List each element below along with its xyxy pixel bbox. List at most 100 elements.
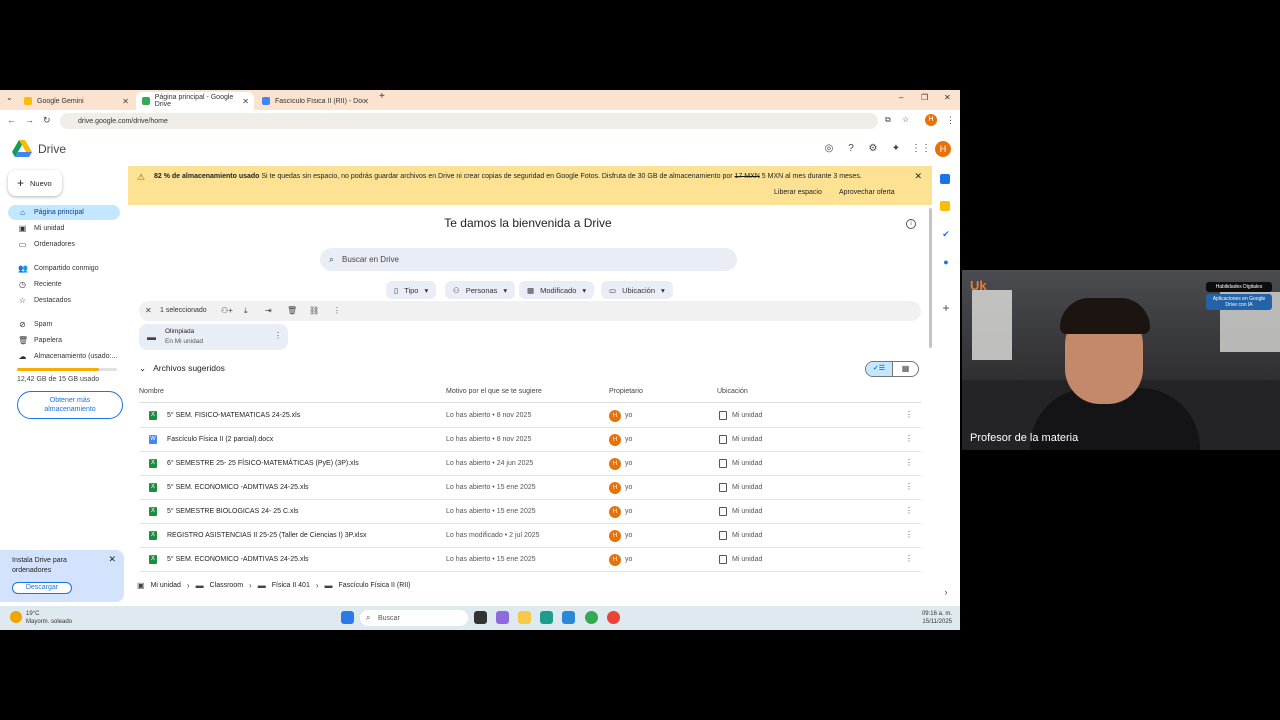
edge-icon[interactable] bbox=[540, 611, 553, 624]
sidebar-item-trash[interactable]: 🗑 Papelera bbox=[8, 333, 120, 348]
filter-type-chip[interactable]: ▯ Tipo ▾ bbox=[386, 281, 437, 299]
weather-icon[interactable] bbox=[10, 611, 22, 623]
tab-drive-home[interactable]: Página principal - Google Drive ✕ bbox=[136, 92, 254, 110]
table-row[interactable]: X 6° SEMESTRE 25- 25 FÍSICO-MATEMÁTICAS (… bbox=[139, 452, 921, 476]
reload-icon[interactable]: ↻ bbox=[43, 115, 51, 126]
new-tab-icon[interactable]: + bbox=[379, 91, 385, 102]
contacts-app-icon[interactable]: ● bbox=[940, 256, 952, 268]
profile-avatar-icon[interactable]: H bbox=[925, 114, 937, 126]
expand-panel-icon[interactable]: › bbox=[940, 586, 952, 598]
row-more-icon[interactable]: ⋮ bbox=[905, 554, 913, 563]
folder-icon: ▬ bbox=[324, 580, 333, 590]
sidebar-item-my-drive[interactable]: ▣ Mi unidad bbox=[8, 221, 120, 236]
breadcrumb-item[interactable]: Física II 401 bbox=[272, 582, 310, 589]
table-row[interactable]: W Fascículo Física II (2 parcial).docx Lo … bbox=[139, 428, 921, 452]
row-more-icon[interactable]: ⋮ bbox=[905, 434, 913, 443]
sidebar-item-computers[interactable]: ▭ Ordenadores bbox=[8, 237, 120, 252]
filter-people-chip[interactable]: ⚇ Personas ▾ bbox=[445, 281, 516, 299]
row-more-icon[interactable]: ⋮ bbox=[905, 530, 913, 539]
row-more-icon[interactable]: ⋮ bbox=[905, 410, 913, 419]
scrollbar[interactable] bbox=[929, 208, 932, 348]
new-button[interactable]: + Nuevo bbox=[8, 170, 62, 196]
sidebar-item-recent[interactable]: ◷ Reciente bbox=[8, 277, 120, 292]
move-icon[interactable]: ⇥ bbox=[265, 306, 272, 315]
url-field[interactable]: drive.google.com/drive/home bbox=[60, 113, 878, 129]
restore-icon[interactable]: ❐ bbox=[921, 93, 928, 102]
taskbar-search[interactable]: ⌕ Buscar bbox=[360, 610, 468, 626]
clear-selection-icon[interactable]: ✕ bbox=[145, 306, 152, 315]
minimize-icon[interactable]: – bbox=[899, 93, 903, 102]
file-explorer-icon[interactable] bbox=[518, 611, 531, 624]
close-tab-icon[interactable]: ✕ bbox=[122, 97, 129, 106]
forward-icon[interactable]: → bbox=[25, 115, 34, 125]
claim-offer-link[interactable]: Aprovechar oferta bbox=[839, 189, 895, 196]
table-row[interactable]: X REGISTRO ASISTENCIAS II 25-25 (Taller d… bbox=[139, 524, 921, 548]
share-person-icon[interactable]: ⚇+ bbox=[221, 306, 233, 315]
offline-ready-icon[interactable]: ◎ bbox=[822, 142, 836, 156]
breadcrumb-item[interactable]: Fascículo Física II (RII) bbox=[339, 582, 411, 589]
tab-google-gemini[interactable]: Google Gemini ✕ bbox=[18, 92, 134, 110]
calendar-app-icon[interactable] bbox=[940, 174, 950, 184]
task-view-icon[interactable] bbox=[474, 611, 487, 624]
close-tab-icon[interactable]: ✕ bbox=[242, 97, 249, 106]
download-icon[interactable]: ⤓ bbox=[244, 306, 248, 316]
chrome-icon[interactable] bbox=[585, 611, 598, 624]
filter-modified-chip[interactable]: ▦ Modificado ▾ bbox=[519, 281, 595, 299]
tab-list-icon[interactable]: ⌄ bbox=[6, 93, 13, 102]
settings-gear-icon[interactable]: ⚙ bbox=[866, 142, 880, 156]
copilot-icon[interactable] bbox=[496, 611, 509, 624]
get-more-storage-button[interactable]: Obtener más almacenamiento bbox=[17, 391, 123, 419]
gemini-spark-icon[interactable]: ✦ bbox=[889, 142, 903, 156]
table-row[interactable]: X 5° SEM. ECONOMICO -ADMTIVAS 24-25.xls Lo… bbox=[139, 476, 921, 500]
back-icon[interactable]: ← bbox=[7, 115, 16, 125]
close-window-icon[interactable]: ✕ bbox=[944, 93, 951, 102]
spam-icon: ⊘ bbox=[19, 320, 26, 329]
my-drive-icon bbox=[719, 435, 727, 444]
keep-app-icon[interactable] bbox=[940, 201, 950, 211]
sidebar-item-home[interactable]: ⌂ Página principal bbox=[8, 205, 120, 220]
sidebar-item-starred[interactable]: ☆ Destacados bbox=[8, 293, 120, 308]
link-icon[interactable]: ⛓ bbox=[309, 306, 319, 315]
close-tab-icon[interactable]: ✕ bbox=[362, 97, 369, 106]
sidebar-item-storage[interactable]: ☁ Almacenamiento (usado:... bbox=[8, 349, 120, 364]
table-row[interactable]: X 5° SEMESTRE BIOLOGICAS 24- 25 C.xls Lo h… bbox=[139, 500, 921, 524]
tab-fasciculo-doc[interactable]: Fascículo Física II (RII) - Docum ✕ bbox=[256, 92, 374, 110]
row-more-icon[interactable]: ⋮ bbox=[905, 506, 913, 515]
list-view-button[interactable]: ✓☰ bbox=[866, 362, 892, 376]
add-addon-icon[interactable]: + bbox=[940, 302, 952, 314]
folder-more-icon[interactable]: ⋮ bbox=[274, 331, 282, 340]
table-row[interactable]: X 5° SEM. FISICO-MATEMATICAS 24-25.xls Lo … bbox=[139, 404, 921, 428]
row-more-icon[interactable]: ⋮ bbox=[905, 482, 913, 491]
cast-icon[interactable]: ⧉ bbox=[885, 115, 891, 125]
info-icon[interactable]: i bbox=[906, 219, 916, 229]
column-name[interactable]: Nombre bbox=[139, 388, 164, 395]
more-actions-icon[interactable]: ⋮ bbox=[333, 306, 341, 315]
store-icon[interactable] bbox=[562, 611, 575, 624]
folder-card-olimpiada[interactable]: ▬ Olimpiada En Mi unidad ⋮ bbox=[139, 324, 288, 350]
windows-start-icon[interactable] bbox=[341, 611, 354, 624]
browser-menu-icon[interactable]: ⋮ bbox=[946, 115, 955, 126]
chrome-profile-icon[interactable] bbox=[607, 611, 620, 624]
course-badge: Habilidades Digitales Aplicaciones en Go… bbox=[1206, 282, 1272, 310]
help-icon[interactable]: ? bbox=[844, 142, 858, 156]
apps-grid-icon[interactable]: ⋮⋮ bbox=[911, 142, 931, 156]
tasks-app-icon[interactable]: ✔ bbox=[940, 228, 952, 240]
sidebar-item-spam[interactable]: ⊘ Spam bbox=[8, 317, 120, 332]
sidebar-item-shared[interactable]: 👥 Compartido conmigo bbox=[8, 261, 120, 276]
delete-icon[interactable]: 🗑 bbox=[287, 306, 297, 315]
bookmark-star-icon[interactable]: ☆ bbox=[902, 115, 909, 124]
table-row[interactable]: X 5° SEM. ECONOMICO -ADMTIVAS 24-25.xls Lo… bbox=[139, 548, 921, 572]
close-icon[interactable]: ✕ bbox=[108, 554, 116, 565]
free-space-link[interactable]: Liberar espacio bbox=[774, 189, 822, 196]
grid-view-button[interactable]: ▦ bbox=[891, 362, 918, 376]
search-input[interactable]: ⌕ Buscar en Drive bbox=[320, 248, 737, 271]
breadcrumb-item[interactable]: Classroom bbox=[210, 582, 243, 589]
drive-logo[interactable]: Drive bbox=[12, 140, 66, 157]
account-avatar[interactable]: H bbox=[935, 141, 951, 157]
filter-location-chip[interactable]: ▭ Ubicación ▾ bbox=[601, 281, 673, 299]
download-button[interactable]: Descargar bbox=[12, 582, 72, 594]
close-banner-icon[interactable]: ✕ bbox=[914, 171, 922, 182]
row-more-icon[interactable]: ⋮ bbox=[905, 458, 913, 467]
breadcrumb-item[interactable]: Mi unidad bbox=[151, 582, 181, 589]
suggested-files-header[interactable]: ⌄ Archivos sugeridos bbox=[139, 363, 225, 374]
